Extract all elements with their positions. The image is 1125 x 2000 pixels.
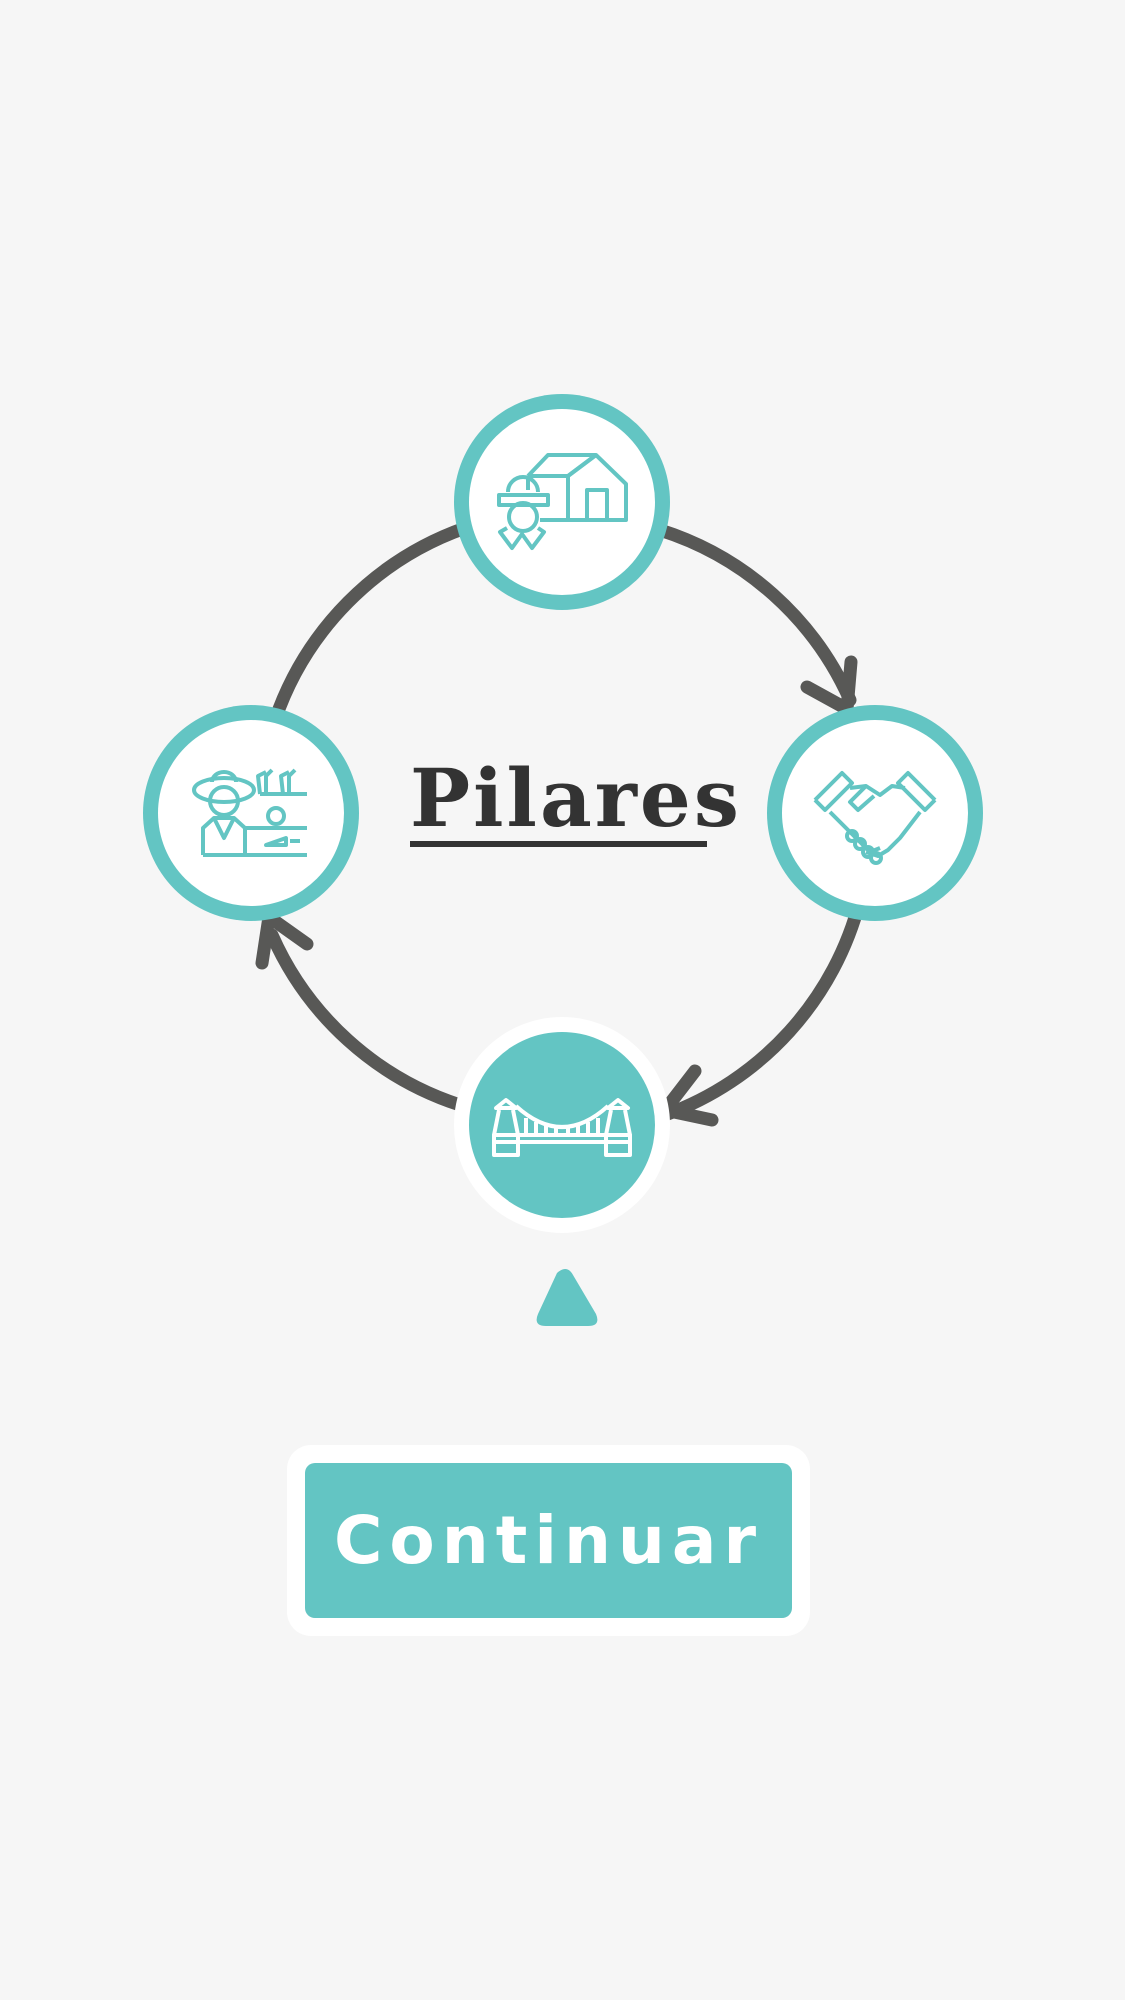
- pillars-cycle-diagram: [143, 394, 983, 1326]
- arc-right-bottom: [658, 893, 867, 1122]
- title-block: Pilares: [410, 752, 739, 847]
- arc-top-right: [653, 523, 857, 707]
- pillar-node-right[interactable]: [767, 705, 983, 921]
- up-triangle-icon: [536, 1268, 598, 1326]
- page-title: Pilares: [410, 751, 742, 845]
- pillar-node-bottom-selected[interactable]: [454, 1017, 670, 1233]
- pillar-node-left[interactable]: [143, 705, 359, 921]
- pillar-node-top[interactable]: [454, 394, 670, 610]
- title-underline: [410, 841, 707, 847]
- continue-button-frame: Continuar: [287, 1445, 810, 1636]
- arc-left-top: [268, 521, 472, 727]
- arc-bottom-left: [265, 928, 467, 1112]
- continue-button[interactable]: Continuar: [305, 1463, 792, 1618]
